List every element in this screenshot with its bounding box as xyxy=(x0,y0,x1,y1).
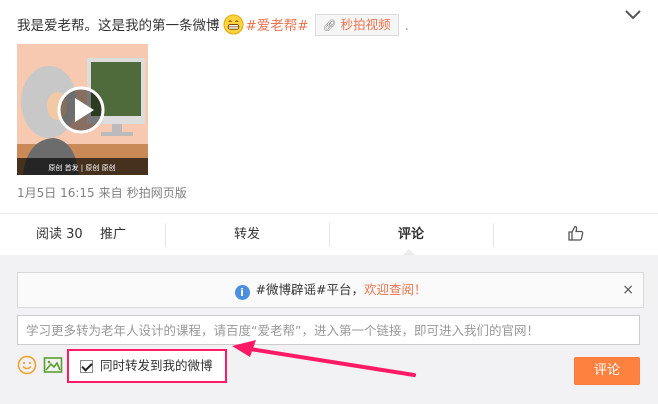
notice-link[interactable]: 欢迎查阅！ xyxy=(364,282,427,297)
chevron-down-icon[interactable] xyxy=(624,8,642,22)
close-icon[interactable]: × xyxy=(622,273,634,307)
weibo-post: 我是爱老帮。这是我的第一条微博 #爱老帮# 🔗︎ 秒拍视频. 原创 首发 | 原创 … xyxy=(0,0,658,212)
link-icon: 🔗︎ xyxy=(322,19,337,32)
repost-checkbox-label: 同时转发到我的微博 xyxy=(100,358,213,373)
video-thumbnail-art: 原创 首发 | 原创 原创 xyxy=(17,44,148,175)
post-body-text: 我是爱老帮。这是我的第一条微博 xyxy=(17,18,220,34)
image-icon[interactable] xyxy=(43,355,63,375)
grin-emoji-icon xyxy=(222,14,244,35)
video-tag-label: 秒拍视频 xyxy=(340,17,391,32)
smiley-icon[interactable] xyxy=(17,355,37,375)
video-thumbnail[interactable]: 原创 首发 | 原创 原创 xyxy=(17,44,148,175)
action-bar: 阅读 30 推广 转发 评论 xyxy=(0,213,658,257)
post-text: 我是爱老帮。这是我的第一条微博 #爱老帮# 🔗︎ 秒拍视频. xyxy=(17,14,409,36)
video-link-tag[interactable]: 🔗︎ 秒拍视频 xyxy=(314,14,399,36)
like-button[interactable] xyxy=(494,214,658,256)
repost-checkbox[interactable] xyxy=(80,360,93,373)
post-source[interactable]: 秒拍网页版 xyxy=(127,186,187,200)
info-icon: i xyxy=(234,285,250,300)
repost-to-my-weibo-option[interactable]: 同时转发到我的微博 xyxy=(67,349,227,383)
post-meta: 1月5日 16:15 来自 秒拍网页版 xyxy=(17,184,187,201)
comment-panel: i #微博辟谣#平台，欢迎查阅！ × 学习更多转为老年人设计的课程，请百度“爱老帮… xyxy=(0,255,658,404)
post-time[interactable]: 1月5日 16:15 xyxy=(17,186,95,200)
video-caption: 原创 首发 | 原创 原创 xyxy=(48,163,115,172)
repost-button[interactable]: 转发 xyxy=(166,214,328,256)
rumor-notice: i #微博辟谣#平台，欢迎查阅！ × xyxy=(17,272,644,308)
trailing-dot: . xyxy=(404,18,409,34)
thumbs-up-icon xyxy=(568,225,584,241)
notice-text: #微博辟谣#平台， xyxy=(255,282,364,297)
annotation-arrow xyxy=(232,340,416,377)
topic-link[interactable]: #爱老帮# xyxy=(246,18,309,34)
source-prefix: 来自 xyxy=(98,186,123,200)
submit-comment-button[interactable]: 评论 xyxy=(574,357,640,385)
promote-button[interactable]: 推广 xyxy=(100,214,126,256)
read-count: 阅读 30 xyxy=(36,227,83,242)
